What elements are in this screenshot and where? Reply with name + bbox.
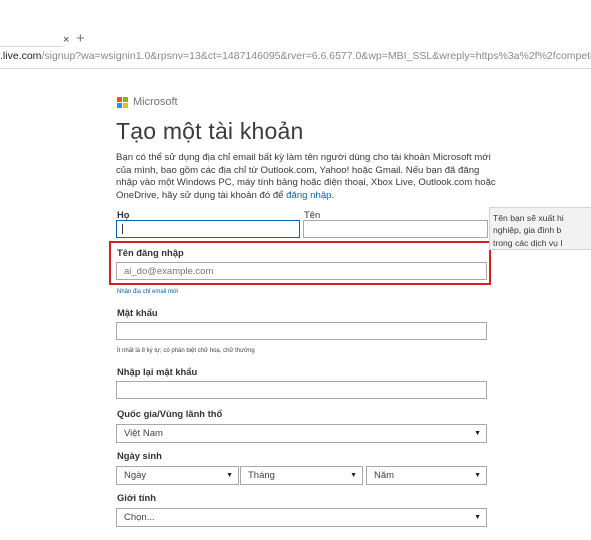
- tooltip-line-1: Tên bạn sẽ xuất hi: [493, 213, 564, 223]
- url-path: /signup?wa=wsignin1.0&rpsnv=13&ct=148714…: [41, 50, 591, 62]
- chevron-down-icon: ▼: [474, 430, 481, 437]
- url-host: .live.com: [0, 50, 42, 62]
- gender-label: Giới tính: [117, 492, 156, 503]
- chevron-down-icon: ▼: [350, 472, 357, 479]
- sign-in-link[interactable]: đăng nhập: [286, 190, 331, 201]
- gender-value: Chọn...: [124, 512, 155, 523]
- birthdate-label: Ngày sinh: [117, 450, 162, 461]
- microsoft-logo: Microsoft: [117, 96, 178, 108]
- country-select[interactable]: Việt Nam ▼: [116, 424, 487, 443]
- intro-end: .: [331, 189, 335, 201]
- year-select[interactable]: Năm ▼: [366, 466, 487, 485]
- first-name-label: Tên: [304, 209, 321, 220]
- get-new-email-link[interactable]: Nhận địa chỉ email mới: [117, 289, 178, 295]
- password-input[interactable]: [116, 322, 487, 340]
- address-bar-divider: [0, 68, 591, 69]
- url-text[interactable]: .live.com/signup?wa=wsignin1.0&rpsnv=13&…: [0, 50, 591, 63]
- reenter-password-label: Nhập lại mật khẩu: [117, 366, 198, 377]
- gender-select[interactable]: Chọn... ▼: [116, 508, 487, 527]
- tooltip-line-3: trong các dịch vụ I: [493, 237, 563, 248]
- chevron-down-icon: ▼: [474, 514, 481, 521]
- reenter-password-input[interactable]: [116, 381, 487, 399]
- intro-text: Bạn có thể sử dụng địa chỉ email bất kỳ …: [116, 152, 498, 202]
- country-value: Việt Nam: [124, 428, 163, 439]
- browser-tab-bar: × +: [0, 0, 591, 47]
- page-title: Tạo một tài khoản: [116, 118, 304, 144]
- password-hint: Ít nhất là 8 ký tự; có phân biệt chữ hoa…: [117, 348, 255, 354]
- day-select[interactable]: Ngày ▼: [116, 466, 239, 485]
- first-name-input[interactable]: [303, 220, 488, 238]
- country-label: Quốc gia/Vùng lãnh thổ: [117, 408, 223, 419]
- month-select[interactable]: Tháng ▼: [240, 466, 363, 485]
- chevron-down-icon: ▼: [226, 472, 233, 479]
- close-tab-icon[interactable]: ×: [63, 34, 69, 46]
- brand-name: Microsoft: [133, 96, 178, 108]
- last-name-input[interactable]: [116, 220, 300, 238]
- name-tooltip: Tên bạn sẽ xuất hi nghiệp, gia đình b tr…: [489, 207, 591, 250]
- username-label: Tên đăng nhập: [117, 247, 184, 258]
- year-value: Năm: [374, 470, 395, 481]
- chevron-down-icon: ▼: [474, 472, 481, 479]
- day-value: Ngày: [124, 470, 147, 481]
- password-label: Mật khẩu: [117, 307, 158, 318]
- new-tab-button[interactable]: +: [76, 31, 85, 46]
- username-input[interactable]: [116, 262, 487, 280]
- month-value: Tháng: [248, 470, 275, 481]
- tooltip-line-2: nghiệp, gia đình b: [493, 225, 562, 236]
- last-name-label: Họ: [117, 209, 130, 220]
- microsoft-logo-icon: [117, 96, 128, 108]
- text-caret: [122, 224, 123, 234]
- address-bar[interactable]: .live.com/signup?wa=wsignin1.0&rpsnv=13&…: [0, 47, 591, 67]
